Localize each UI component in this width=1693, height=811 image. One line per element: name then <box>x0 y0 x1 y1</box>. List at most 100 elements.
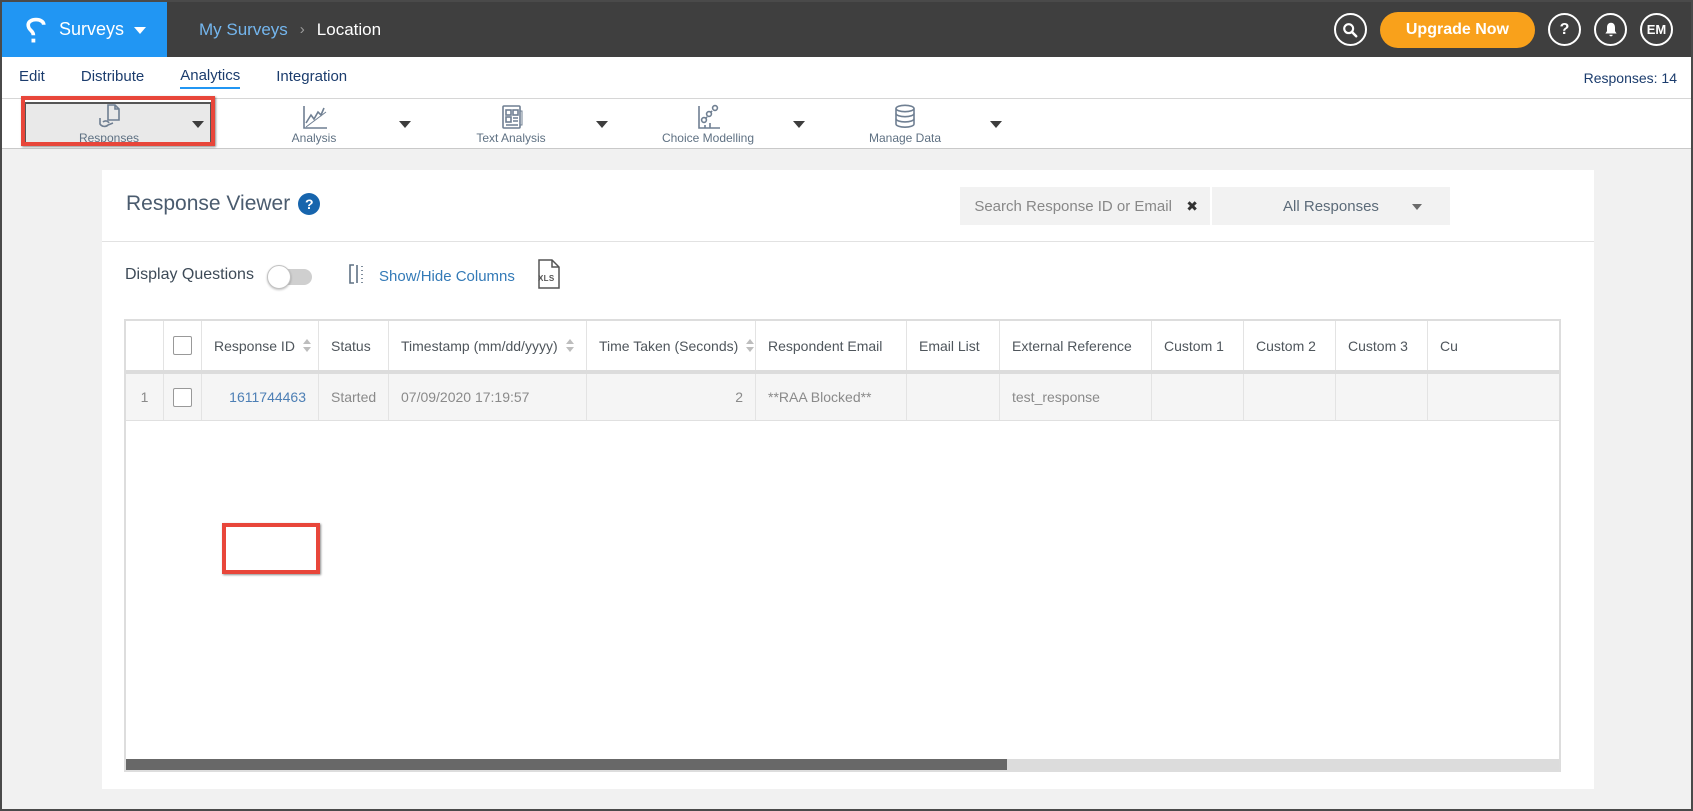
question-mark-icon: ? <box>1560 21 1570 39</box>
select-all-header <box>164 321 202 370</box>
response-id-link[interactable]: 1611744463 <box>229 389 306 405</box>
help-button[interactable]: ? <box>1548 13 1581 46</box>
hand-document-icon <box>94 103 124 129</box>
table-row: 1 1611744463 Started 07/09/2020 17:19:57… <box>126 374 1559 421</box>
page-title: Response Viewer <box>126 192 290 216</box>
toolbar-item-manage-data[interactable]: Manage Data <box>820 102 1008 146</box>
col-email-list: Email List <box>907 321 1000 370</box>
search-input[interactable] <box>960 198 1186 215</box>
column-label: Status <box>331 338 371 354</box>
tab-edit[interactable]: Edit <box>19 68 45 88</box>
table-controls: Display Questions Show/Hide Columns <box>102 242 1594 319</box>
toolbar-item-analysis[interactable]: Analysis <box>229 102 417 146</box>
horizontal-scrollbar[interactable] <box>126 759 1559 770</box>
col-response-id[interactable]: Response ID <box>202 321 319 370</box>
display-questions-toggle[interactable] <box>270 269 312 285</box>
panel-header: Response Viewer ? ✖ All Responses <box>102 170 1594 242</box>
sort-icon <box>303 339 311 352</box>
columns-icon <box>347 262 369 291</box>
breadcrumb-separator-icon: › <box>300 21 305 38</box>
tab-analytics[interactable]: Analytics <box>180 67 240 89</box>
search-button[interactable] <box>1334 13 1367 46</box>
toolbar-label: Text Analysis <box>476 131 545 145</box>
col-status: Status <box>319 321 389 370</box>
col-timestamp[interactable]: Timestamp (mm/dd/yyyy) <box>389 321 587 370</box>
row-checkbox[interactable] <box>173 388 192 407</box>
col-custom-2: Custom 2 <box>1244 321 1336 370</box>
top-bar: Surveys My Surveys › Location Upgrade No… <box>2 2 1691 57</box>
upgrade-now-button[interactable]: Upgrade Now <box>1380 12 1535 48</box>
responses-table: Response ID Status Timestamp (mm/dd/yyyy… <box>124 319 1561 772</box>
app-window: Surveys My Surveys › Location Upgrade No… <box>0 0 1693 811</box>
chevron-down-icon[interactable] <box>192 121 204 128</box>
notifications-button[interactable] <box>1594 13 1627 46</box>
chevron-down-icon[interactable] <box>793 121 805 128</box>
column-label: Response ID <box>214 338 295 354</box>
filter-selected-value: All Responses <box>1283 198 1379 215</box>
column-label: Custom 3 <box>1348 338 1408 354</box>
column-label: Email List <box>919 338 980 354</box>
search-icon <box>1342 22 1358 38</box>
toolbar-item-responses[interactable]: Responses <box>24 102 212 146</box>
col-time-taken[interactable]: Time Taken (Seconds) <box>587 321 756 370</box>
status-cell: Started <box>319 374 389 420</box>
product-name: Surveys <box>59 19 124 40</box>
scrollbar-thumb[interactable] <box>126 759 1007 770</box>
tab-distribute[interactable]: Distribute <box>81 68 144 88</box>
toolbar-item-choice-modelling[interactable]: Choice Modelling <box>623 102 811 146</box>
time-taken-cell: 2 <box>587 374 756 420</box>
response-search-box: ✖ <box>960 187 1210 225</box>
toolbar-label: Analysis <box>292 131 337 145</box>
xls-label: XLS <box>538 274 554 283</box>
clear-search-icon[interactable]: ✖ <box>1186 198 1198 215</box>
export-xls-button[interactable]: XLS <box>535 258 563 290</box>
custom1-cell <box>1152 374 1244 420</box>
breadcrumb: My Surveys › Location <box>199 20 381 40</box>
column-label: External Reference <box>1012 338 1132 354</box>
breadcrumb-current-survey: Location <box>317 20 381 40</box>
column-label: Time Taken (Seconds) <box>599 338 738 354</box>
col-custom-3: Custom 3 <box>1336 321 1428 370</box>
scatter-chart-icon <box>693 103 723 129</box>
chevron-down-icon[interactable] <box>990 121 1002 128</box>
timestamp-cell: 07/09/2020 17:19:57 <box>389 374 587 420</box>
database-icon <box>890 103 920 129</box>
chevron-down-icon[interactable] <box>399 121 411 128</box>
survey-nav: Edit Distribute Analytics Integration Re… <box>2 57 1691 99</box>
chevron-down-icon <box>134 27 146 34</box>
surveys-app-switcher[interactable]: Surveys <box>2 2 167 57</box>
analytics-toolbar: Responses Analysis <box>2 99 1691 149</box>
toggle-knob <box>267 265 291 289</box>
avatar[interactable]: EM <box>1640 13 1673 46</box>
column-label: Respondent Email <box>768 338 882 354</box>
response-viewer-panel: Response Viewer ? ✖ All Responses Displa… <box>102 170 1594 789</box>
sort-icon <box>746 339 754 352</box>
toolbar-item-text-analysis[interactable]: Text Analysis <box>426 102 614 146</box>
topbar-actions: Upgrade Now ? EM <box>1334 12 1691 48</box>
line-chart-icon <box>299 103 329 129</box>
column-label: Custom 1 <box>1164 338 1224 354</box>
breadcrumb-my-surveys[interactable]: My Surveys <box>199 20 288 40</box>
select-all-checkbox[interactable] <box>173 336 192 355</box>
responses-count: Responses: 14 <box>1584 70 1677 86</box>
tab-integration[interactable]: Integration <box>276 68 347 88</box>
show-hide-columns-button[interactable]: Show/Hide Columns <box>347 262 515 291</box>
toolbar-label: Manage Data <box>869 131 941 145</box>
email-list-cell <box>907 374 1000 420</box>
column-label: Custom 2 <box>1256 338 1316 354</box>
custom2-cell <box>1244 374 1336 420</box>
show-hide-columns-label: Show/Hide Columns <box>379 268 515 285</box>
toolbar-label: Choice Modelling <box>662 131 754 145</box>
custom3-cell <box>1336 374 1428 420</box>
report-grid-icon <box>496 103 526 129</box>
toolbar-label: Responses <box>79 131 139 145</box>
chevron-down-icon[interactable] <box>596 121 608 128</box>
response-filter-dropdown[interactable]: All Responses <box>1212 187 1450 225</box>
col-respondent-email: Respondent Email <box>756 321 907 370</box>
help-icon[interactable]: ? <box>298 193 320 215</box>
column-label: Cu <box>1440 338 1458 354</box>
col-external-reference: External Reference <box>1000 321 1152 370</box>
questionpro-logo-icon <box>23 13 49 47</box>
row-number-header <box>126 321 164 370</box>
table-empty-area <box>126 421 1559 759</box>
